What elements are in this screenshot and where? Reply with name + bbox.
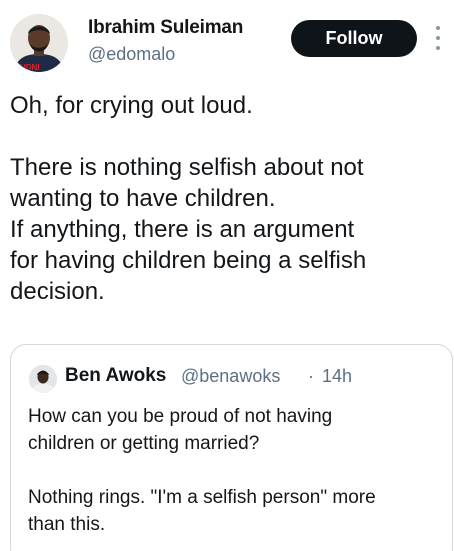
- author-name[interactable]: Ibrahim Suleiman: [88, 17, 243, 39]
- author-avatar[interactable]: UDNI: [10, 14, 68, 72]
- tweet-line: wanting to have children.: [10, 185, 276, 212]
- tweet-line: If anything, there is an argument: [10, 216, 355, 243]
- quoted-line: than this.: [28, 514, 106, 535]
- quoted-author-avatar[interactable]: [29, 365, 57, 393]
- tweet-line: decision.: [10, 278, 105, 305]
- follow-button[interactable]: Follow: [291, 20, 417, 57]
- quoted-tweet[interactable]: Ben Awoks @benawoks · 14h How can you be…: [10, 344, 453, 551]
- author-handle[interactable]: @edomalo: [88, 44, 175, 65]
- quoted-author-name[interactable]: Ben Awoks: [65, 365, 166, 387]
- quoted-line: children or getting married?: [28, 433, 260, 454]
- more-vertical-icon[interactable]: [433, 26, 443, 50]
- quoted-line: How can you be proud of not having: [28, 406, 333, 427]
- quoted-author-handle[interactable]: @benawoks: [181, 366, 280, 387]
- tweet-line: There is nothing selfish about not: [10, 154, 364, 181]
- dot: [436, 36, 440, 40]
- quoted-tweet-body: How can you be proud of not having child…: [28, 403, 448, 538]
- dot: [436, 46, 440, 50]
- tweet-body: Oh, for crying out loud. There is nothin…: [10, 90, 440, 307]
- avatar-shirt-text: UDNI: [20, 63, 40, 72]
- meta-separator: ·: [308, 366, 314, 386]
- quoted-timestamp[interactable]: 14h: [322, 366, 352, 387]
- quoted-line: Nothing rings. "I'm a selfish person" mo…: [28, 487, 376, 508]
- dot: [436, 26, 440, 30]
- tweet-line-blank: [10, 121, 440, 152]
- tweet-line: for having children being a selfish: [10, 247, 367, 274]
- tweet-line: Oh, for crying out loud.: [10, 92, 253, 119]
- tweet-header: UDNI Ibrahim Suleiman @edomalo Follow: [0, 0, 454, 80]
- quoted-line-blank: [28, 457, 448, 484]
